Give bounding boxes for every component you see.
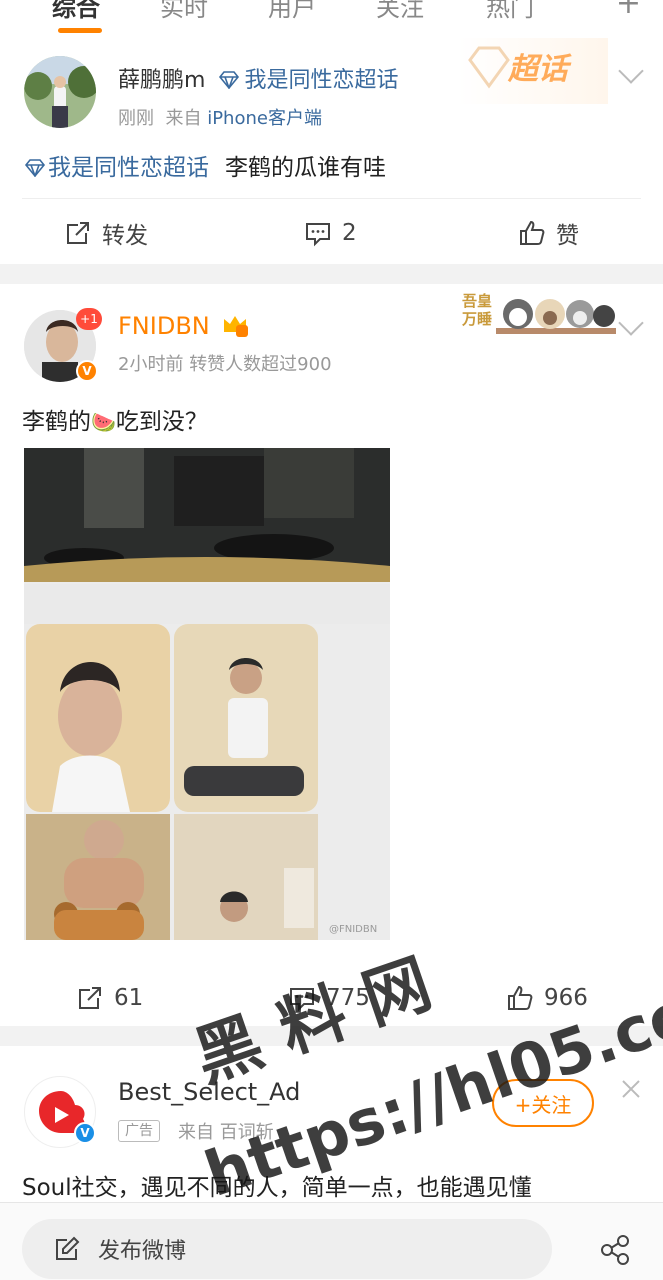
- tab-following[interactable]: 关注: [376, 0, 424, 23]
- post-source[interactable]: iPhone客户端: [207, 108, 322, 129]
- tab-comprehensive[interactable]: 综合: [52, 0, 100, 23]
- ad-tag: 广告: [118, 1120, 160, 1142]
- follow-button[interactable]: +关注: [492, 1079, 594, 1127]
- post-username[interactable]: FNIDBN: [118, 312, 249, 340]
- chevron-down-icon[interactable]: [618, 58, 644, 84]
- avatar[interactable]: [24, 56, 96, 128]
- ad-text: Soul社交，遇见不同的人，简单一点，也能遇见懂: [22, 1175, 532, 1201]
- post-meta: 刚刚 来自 iPhone客户端: [118, 108, 322, 129]
- thumbs-up-icon: [520, 220, 545, 245]
- post-actions: 61 775 966: [22, 964, 641, 1032]
- comment-icon: [290, 988, 314, 1012]
- super-topic-link[interactable]: 我是同性恋超话: [244, 68, 398, 93]
- repost-button[interactable]: 61: [76, 964, 143, 1032]
- diamond-icon: [24, 159, 46, 179]
- notification-badge: +1: [76, 308, 102, 330]
- verified-icon: V: [76, 360, 98, 382]
- active-tab-indicator: [58, 28, 102, 33]
- tab-users[interactable]: 用户: [268, 0, 316, 23]
- super-topic-badge: 超话: [508, 52, 568, 87]
- post-actions: 转发 2 赞: [22, 198, 641, 266]
- chevron-down-icon[interactable]: [618, 310, 644, 336]
- post-username[interactable]: 薛鹏鹏m 我是同性恋超话: [118, 62, 398, 94]
- diamond-icon: [219, 71, 240, 91]
- like-button[interactable]: 966: [506, 964, 588, 1032]
- verified-icon: V: [74, 1122, 96, 1144]
- post-card-2[interactable]: +1 V FNIDBN 2小时前 转赞人数超过900 吾皇万睡 李鹤的🍉吃到没？: [0, 284, 663, 1026]
- repost-icon: [67, 222, 89, 244]
- post-username[interactable]: Best_Select_Ad: [118, 1078, 300, 1106]
- tab-hot[interactable]: 热门: [486, 0, 534, 23]
- post-topic-link[interactable]: 我是同性恋超话: [48, 155, 209, 181]
- sticker-decoration: 吾皇万睡: [460, 288, 620, 340]
- close-icon[interactable]: [622, 1080, 640, 1098]
- add-tab-icon[interactable]: +: [616, 0, 641, 21]
- post-text: 李鹤的🍉吃到没？: [22, 409, 208, 435]
- tab-realtime[interactable]: 实时: [160, 0, 208, 23]
- edit-icon: [56, 1236, 80, 1260]
- bottom-compose-bar: 发布微博: [0, 1202, 663, 1280]
- post-meta: 2小时前 转赞人数超过900: [118, 354, 332, 375]
- post-source: 来自 百词斩: [178, 1122, 274, 1143]
- thumbs-up-icon: [508, 985, 533, 1010]
- image-watermark: @FNIDBN: [329, 924, 377, 935]
- compose-weibo-button[interactable]: 发布微博: [22, 1219, 552, 1279]
- comment-icon: [306, 223, 330, 247]
- post-text: 我是同性恋超话 李鹤的瓜谁有哇: [24, 148, 386, 182]
- share-icon[interactable]: [599, 1233, 633, 1267]
- comment-button[interactable]: 2: [304, 199, 357, 267]
- sticker-text: 吾皇万睡: [462, 292, 493, 328]
- repost-icon: [79, 987, 101, 1009]
- diamond-decoration-icon: [468, 46, 510, 89]
- watermelon-emoji: 🍉: [91, 410, 116, 434]
- comment-button[interactable]: 775: [288, 964, 370, 1032]
- repost-button[interactable]: 转发: [64, 199, 148, 267]
- super-topic-banner: 超话: [458, 38, 608, 104]
- top-tab-bar: 综合 实时 用户 关注 热门 +: [0, 0, 663, 38]
- vip-crown-icon: [224, 316, 249, 337]
- post-card-1[interactable]: 薛鹏鹏m 我是同性恋超话 刚刚 来自 iPhone客户端 超话 我是同性恋超话李…: [0, 38, 663, 264]
- post-image[interactable]: @FNIDBN: [24, 448, 390, 940]
- like-button[interactable]: 赞: [518, 199, 579, 267]
